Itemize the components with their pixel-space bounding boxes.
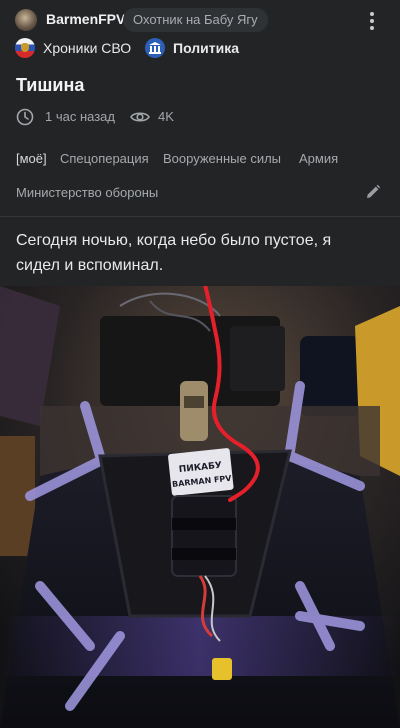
author-title-badge: Охотник на Бабу Ягу: [123, 8, 268, 32]
author-name[interactable]: BarmenFPV: [46, 11, 125, 27]
communities-row: Хроники СВО Политика: [15, 36, 385, 60]
divider: [0, 216, 400, 217]
community-label: Хроники СВО: [43, 40, 132, 56]
community-politics[interactable]: Политика: [145, 36, 239, 60]
community-label: Политика: [173, 40, 240, 56]
eye-icon: [130, 112, 150, 122]
views-count: 4K: [158, 109, 174, 124]
post-photo[interactable]: ПИКАБУ BARMAN FPV: [0, 286, 400, 728]
russian-flag-icon: [15, 38, 35, 58]
post-time: 1 час назад: [45, 109, 115, 124]
clock-icon: [16, 108, 34, 126]
post-text: Сегодня ночью, когда небо было пустое, я…: [16, 232, 332, 274]
community-chronicles[interactable]: Хроники СВО: [15, 36, 131, 60]
tag-item[interactable]: Армия: [299, 151, 338, 166]
tag-item[interactable]: Министерство обороны: [16, 185, 158, 200]
edit-pencil-icon[interactable]: [365, 184, 381, 200]
post-title[interactable]: Тишина: [16, 75, 84, 96]
tag-item[interactable]: Вооруженные силы: [163, 151, 281, 166]
tag-item[interactable]: Спецоперация: [60, 151, 149, 166]
tag-item[interactable]: [моё]: [16, 151, 47, 166]
more-vertical-icon[interactable]: [362, 9, 382, 31]
author-avatar[interactable]: [15, 9, 37, 31]
post-header: BarmenFPV Охотник на Бабу Ягу: [0, 0, 400, 38]
government-building-icon: [145, 38, 165, 58]
